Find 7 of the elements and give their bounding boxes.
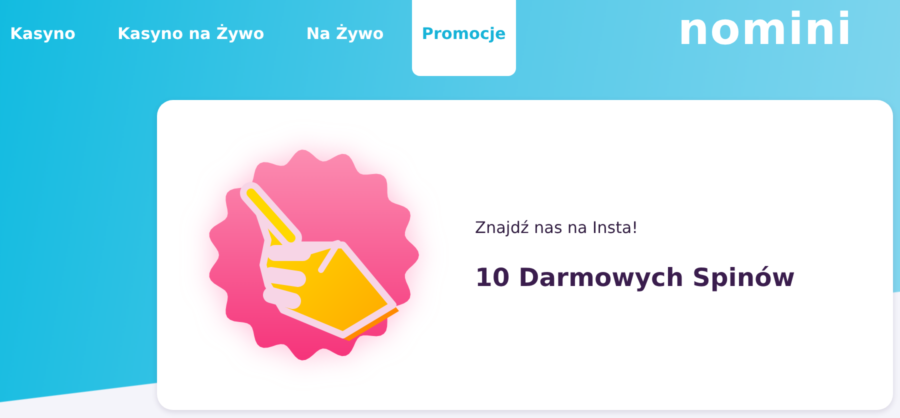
- promo-subtitle: Znajdź nas na Insta!: [475, 218, 640, 237]
- logo[interactable]: nomini: [678, 4, 853, 55]
- nav-tab[interactable]: Kasyno na Żywo: [104, 0, 278, 76]
- promo-title: 10 Darmowych Spinów: [475, 263, 795, 292]
- nav-tab[interactable]: Promocje: [412, 0, 516, 76]
- nav-tab[interactable]: Na Żywo: [292, 0, 398, 76]
- nav-tab[interactable]: Kasyno: [0, 0, 90, 76]
